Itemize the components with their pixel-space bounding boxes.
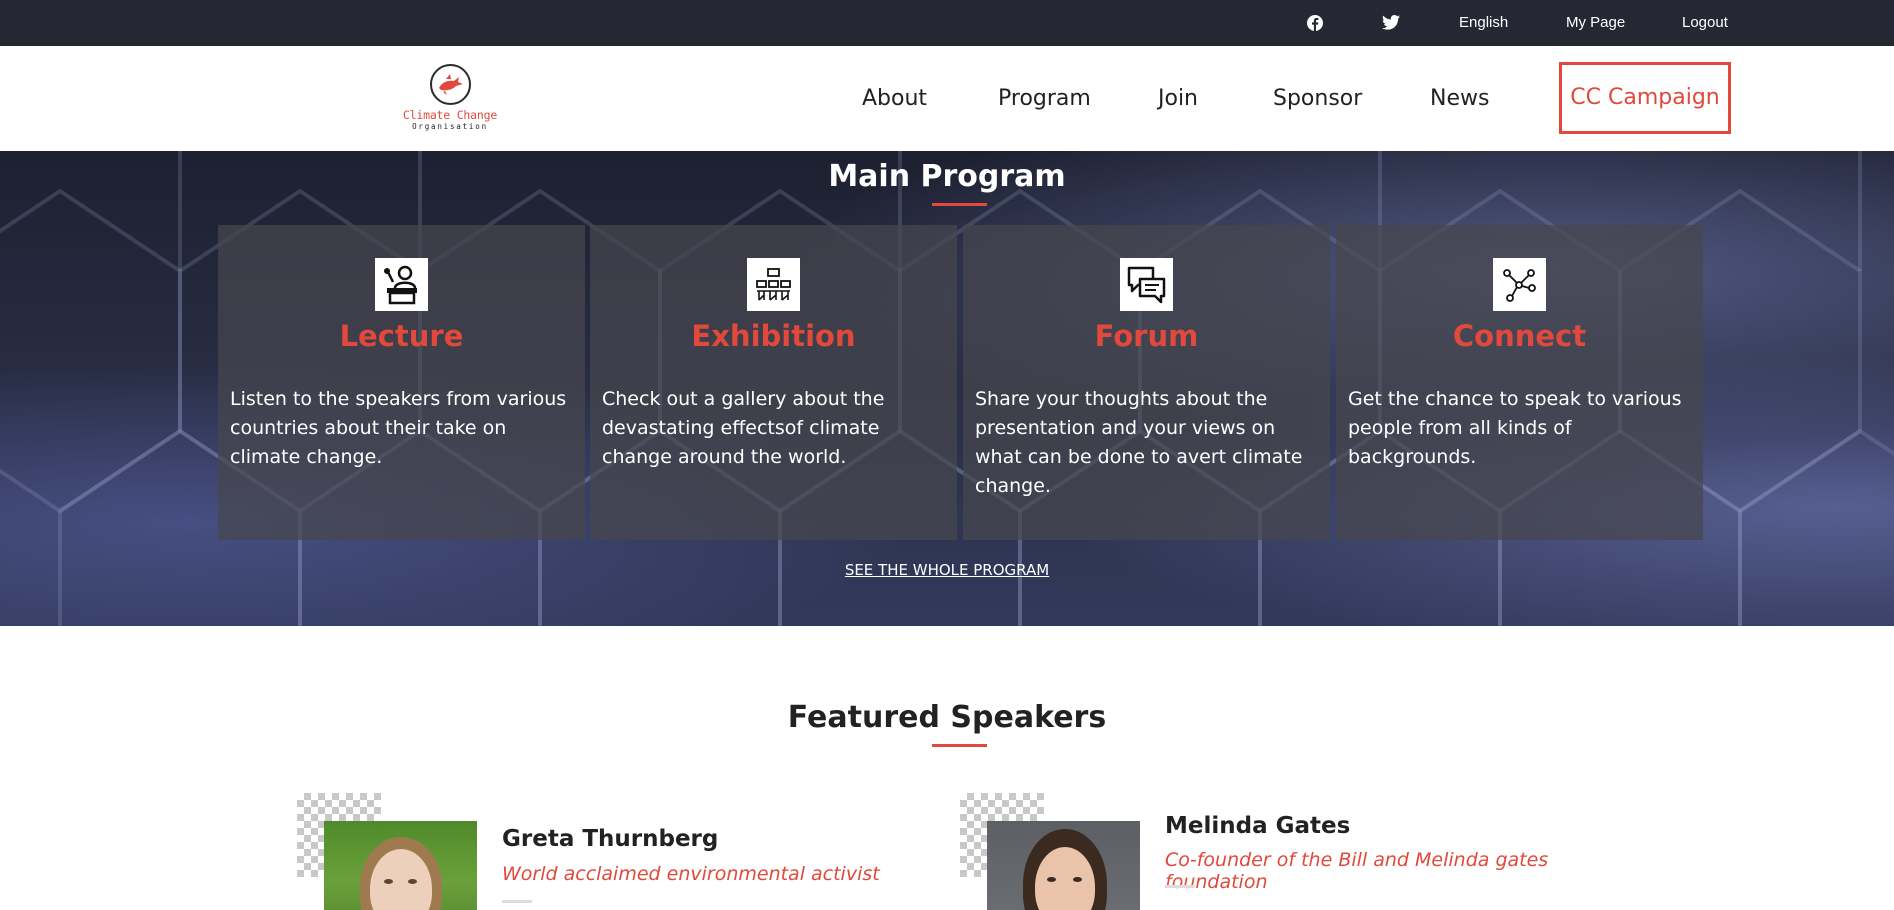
cc-campaign-button[interactable]: CC Campaign	[1559, 62, 1731, 134]
connect-icon	[1493, 258, 1546, 311]
main-program-title: Main Program	[828, 159, 1066, 194]
nav-program[interactable]: Program	[998, 46, 1091, 151]
logo-subtitle: Organisation	[412, 122, 488, 131]
lecture-icon	[375, 258, 428, 311]
nav-news[interactable]: News	[1430, 46, 1489, 151]
program-card-exhibition[interactable]: Exhibition Check out a gallery about the…	[590, 225, 957, 540]
speaker-name: Melinda Gates	[1165, 813, 1351, 839]
card-title: Lecture	[339, 319, 464, 353]
divider	[1165, 885, 1195, 888]
card-description: Share your thoughts about the presentati…	[975, 388, 1303, 497]
card-title: Exhibition	[691, 319, 856, 353]
nav-sponsor[interactable]: Sponsor	[1273, 46, 1362, 151]
card-title: Connect	[1452, 319, 1587, 353]
site-logo[interactable]: Climate Change Organisation	[394, 64, 506, 136]
program-card-forum[interactable]: Forum Share your thoughts about the pres…	[963, 225, 1330, 540]
featured-speakers-title: Featured Speakers	[787, 700, 1107, 735]
logout-link[interactable]: Logout	[1682, 0, 1728, 46]
featured-speakers-section: Featured Speakers Greta Thurnberg World …	[0, 626, 1894, 910]
program-card-connect[interactable]: Connect Get the chance to speak to vario…	[1336, 225, 1703, 540]
main-navbar: Climate Change Organisation About Progra…	[0, 46, 1894, 151]
top-bar: English My Page Logout	[0, 0, 1894, 46]
title-underline	[932, 203, 987, 206]
see-whole-program-link[interactable]: SEE THE WHOLE PROGRAM	[0, 561, 1894, 579]
main-program-section: Main Program Lecture Listen to the speak…	[0, 151, 1894, 626]
speaker-name: Greta Thurnberg	[502, 826, 719, 852]
divider	[502, 900, 532, 903]
facebook-icon[interactable]	[1307, 0, 1325, 46]
program-card-lecture[interactable]: Lecture Listen to the speakers from vari…	[218, 225, 585, 540]
language-link[interactable]: English	[1459, 0, 1508, 46]
card-description: Listen to the speakers from various coun…	[230, 388, 567, 468]
logo-name: Climate Change	[402, 108, 498, 122]
speaker-card[interactable]: Melinda Gates Co-founder of the Bill and…	[960, 793, 1580, 910]
exhibition-icon	[747, 258, 800, 311]
speaker-card[interactable]: Greta Thurnberg World acclaimed environm…	[297, 793, 917, 910]
speaker-photo	[324, 821, 477, 910]
title-underline	[932, 744, 987, 747]
speaker-role: World acclaimed environmental activist	[502, 863, 880, 885]
forum-icon	[1120, 258, 1173, 311]
card-title: Forum	[1094, 319, 1199, 353]
logo-emblem	[430, 64, 471, 105]
nav-about[interactable]: About	[862, 46, 927, 151]
card-description: Check out a gallery about the devastatin…	[602, 388, 885, 468]
nav-join[interactable]: Join	[1158, 46, 1198, 151]
twitter-icon[interactable]	[1382, 0, 1402, 46]
speaker-photo	[987, 821, 1140, 910]
speaker-role: Co-founder of the Bill and Melinda gates…	[1165, 849, 1549, 893]
card-description: Get the chance to speak to various peopl…	[1348, 388, 1682, 468]
my-page-link[interactable]: My Page	[1566, 0, 1625, 46]
